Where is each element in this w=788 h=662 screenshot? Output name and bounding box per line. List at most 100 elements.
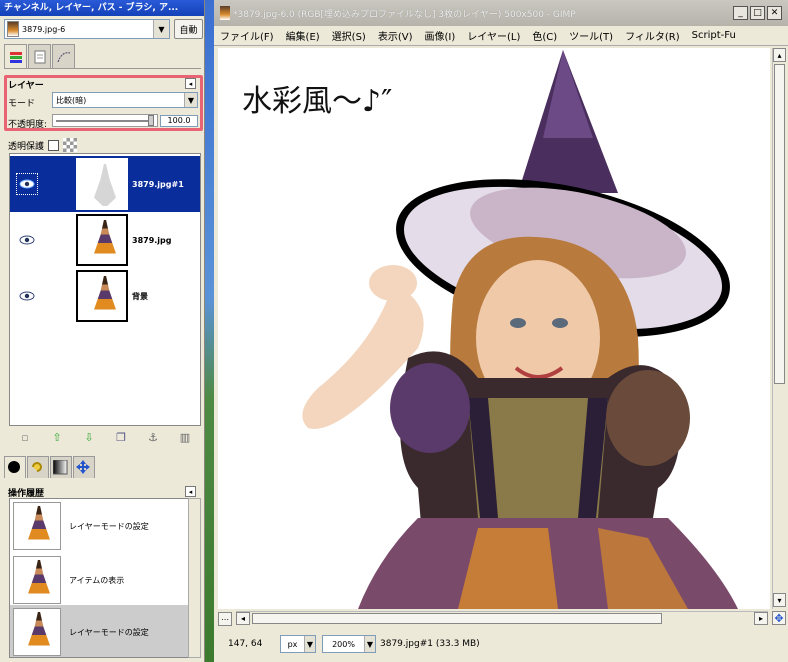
- eye-icon[interactable]: [16, 285, 38, 307]
- scroll-down-arrow-icon[interactable]: ▾: [773, 593, 786, 607]
- history-scrollbar[interactable]: [188, 498, 201, 658]
- slider-knob[interactable]: [148, 115, 154, 126]
- menu-edit[interactable]: 編集(E): [286, 28, 320, 43]
- dock-tabs: [4, 44, 76, 69]
- chevron-down-icon[interactable]: ▼: [184, 93, 197, 107]
- anchor-layer-icon[interactable]: ⚓: [145, 431, 161, 444]
- move-icon: [76, 459, 90, 474]
- tab-gradient[interactable]: [50, 456, 72, 478]
- lower-layer-icon[interactable]: ⇩: [81, 431, 97, 444]
- image-window: *3879.jpg-6.0 (RGB[埋め込みプロファイルなし] 3枚のレイヤー…: [214, 0, 788, 662]
- history-item[interactable]: レイヤーモードの設定: [10, 499, 194, 553]
- raise-layer-icon[interactable]: ⇧: [49, 431, 65, 444]
- new-layer-icon[interactable]: ▫: [17, 431, 33, 444]
- history-item-label: アイテムの表示: [69, 575, 125, 585]
- chevron-down-icon[interactable]: ▼: [304, 636, 315, 652]
- chevron-down-icon[interactable]: ▼: [153, 20, 169, 38]
- history-thumbnail: [13, 502, 61, 550]
- tab-brush[interactable]: [4, 456, 26, 478]
- scroll-right-arrow-icon[interactable]: ▸: [754, 612, 768, 625]
- panel-menu-icon[interactable]: ◂: [185, 78, 196, 89]
- tab-history[interactable]: [27, 456, 49, 478]
- layer-name[interactable]: 3879.jpg: [132, 236, 172, 245]
- menu-tools[interactable]: ツール(T): [569, 28, 613, 43]
- delete-layer-icon[interactable]: ▥: [177, 431, 193, 444]
- history-item[interactable]: アイテムの表示: [10, 553, 194, 607]
- window-title: *3879.jpg-6.0 (RGB[埋め込みプロファイルなし] 3枚のレイヤー…: [233, 9, 576, 20]
- minimize-button[interactable]: _: [733, 6, 748, 20]
- lock-checkbox[interactable]: [48, 139, 60, 151]
- zoom-select[interactable]: 200% ▼: [322, 635, 376, 653]
- gradient-icon: [53, 459, 68, 474]
- layer-row[interactable]: 3879.jpg#1: [10, 156, 200, 212]
- menu-filters[interactable]: フィルタ(R): [625, 28, 680, 43]
- canvas-caption: 水彩風〜♪″: [242, 84, 393, 119]
- layers-panel-title: レイヤー: [8, 81, 44, 91]
- layer-info: 3879.jpg#1 (33.3 MB): [380, 639, 480, 649]
- vertical-scroll-thumb[interactable]: [774, 64, 785, 384]
- menu-file[interactable]: ファイル(F): [220, 28, 274, 43]
- opacity-value[interactable]: 100.0: [160, 115, 198, 127]
- menu-colors[interactable]: 色(C): [532, 28, 557, 43]
- maximize-button[interactable]: □: [750, 6, 765, 20]
- image-selector[interactable]: 3879.jpg-6 ▼: [4, 19, 170, 39]
- panel-menu-icon[interactable]: ◂: [185, 486, 196, 497]
- alpha-checker-icon: [63, 138, 78, 152]
- horizontal-scroll-thumb[interactable]: [252, 613, 662, 624]
- dock-window: チャンネル, レイヤー, パス - ブラシ, ア... 3879.jpg-6 ▼…: [0, 0, 205, 662]
- vertical-scrollbar[interactable]: ▴ ▾: [772, 48, 786, 609]
- scroll-up-arrow-icon[interactable]: ▴: [773, 48, 786, 62]
- image-selector-value: 3879.jpg-6: [22, 24, 66, 34]
- layer-thumbnail: [76, 214, 128, 266]
- zoom-value: 200%: [332, 639, 355, 649]
- channels-icon: [34, 50, 45, 63]
- menu-layer[interactable]: レイヤー(L): [467, 28, 520, 43]
- history-item-label: レイヤーモードの設定: [69, 627, 149, 637]
- gimp-image-icon: [220, 6, 230, 20]
- layers-list: 3879.jpg#1 3879.jpg 背景: [9, 153, 201, 426]
- layer-thumbnail: [76, 270, 128, 322]
- mode-select[interactable]: 比較(暗) ▼: [52, 92, 198, 108]
- layers-icon: [9, 52, 22, 63]
- opacity-slider[interactable]: [52, 114, 158, 127]
- brush-icon: [8, 460, 20, 473]
- history-item[interactable]: レイヤーモードの設定: [10, 605, 194, 657]
- auto-button[interactable]: 自動: [174, 19, 203, 39]
- menu-select[interactable]: 選択(S): [332, 28, 366, 43]
- mode-select-value: 比較(暗): [56, 95, 87, 105]
- layer-name[interactable]: 3879.jpg#1: [132, 180, 184, 189]
- tab-channels[interactable]: [28, 44, 51, 68]
- menu-bar: ファイル(F) 編集(E) 選択(S) 表示(V) 画像(I) レイヤー(L) …: [214, 26, 788, 46]
- image-canvas[interactable]: 水彩風〜♪″: [218, 48, 770, 609]
- unit-value: px: [287, 639, 298, 649]
- menu-image[interactable]: 画像(I): [425, 28, 456, 43]
- window-titlebar[interactable]: *3879.jpg-6.0 (RGB[埋め込みプロファイルなし] 3枚のレイヤー…: [214, 0, 788, 26]
- tab-paths[interactable]: [52, 44, 75, 68]
- eye-icon[interactable]: [16, 229, 38, 251]
- menu-script-fu[interactable]: Script-Fu: [692, 30, 736, 41]
- dock-tabs-lower: [4, 456, 96, 478]
- close-button[interactable]: ✕: [767, 6, 782, 20]
- opacity-label: 不透明度:: [8, 120, 48, 130]
- desktop-background: [204, 0, 214, 662]
- quick-mask-toggle[interactable]: ⋯: [218, 612, 232, 626]
- lock-row: 透明保護: [8, 138, 78, 152]
- dock-titlebar[interactable]: チャンネル, レイヤー, パス - ブラシ, ア...: [0, 0, 204, 16]
- eye-icon[interactable]: [16, 173, 38, 195]
- horizontal-scrollbar[interactable]: ◂ ▸: [236, 611, 768, 625]
- pointer-coordinates: 147, 64: [228, 639, 263, 649]
- scroll-left-arrow-icon[interactable]: ◂: [236, 612, 250, 625]
- layer-row[interactable]: 背景: [10, 268, 200, 324]
- lock-label: 透明保護: [8, 141, 45, 152]
- menu-view[interactable]: 表示(V): [378, 28, 413, 43]
- navigate-icon[interactable]: ✥: [772, 611, 786, 625]
- layer-row[interactable]: 3879.jpg: [10, 212, 200, 268]
- unit-select[interactable]: px ▼: [280, 635, 316, 653]
- status-bar: 147, 64 px ▼ 200% ▼ 3879.jpg#1 (33.3 MB): [214, 630, 788, 658]
- layer-name[interactable]: 背景: [132, 291, 148, 302]
- duplicate-layer-icon[interactable]: ❐: [113, 431, 129, 444]
- chevron-down-icon[interactable]: ▼: [364, 636, 375, 652]
- tab-navigate[interactable]: [73, 456, 95, 478]
- tab-layers[interactable]: [4, 44, 27, 69]
- history-thumbnail: [13, 556, 61, 604]
